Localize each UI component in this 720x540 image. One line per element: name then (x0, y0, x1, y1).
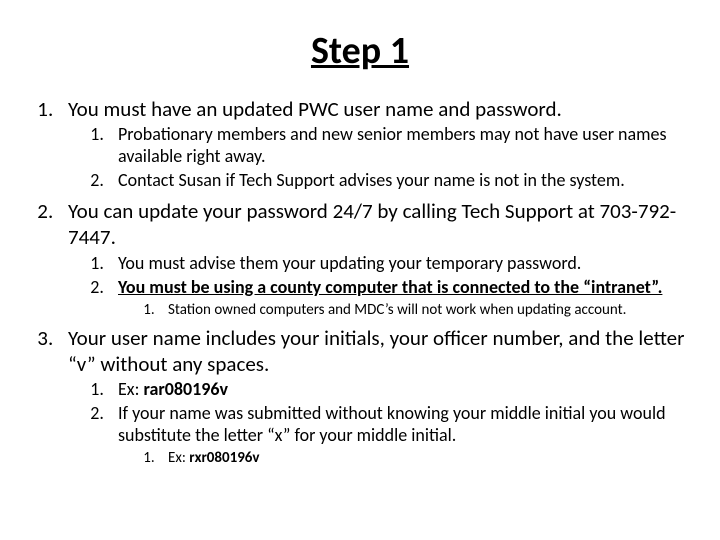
main-list: You must have an updated PWC user name a… (30, 96, 690, 467)
point-1: You must have an updated PWC user name a… (58, 96, 690, 192)
point-3-1-example: rar080196v (143, 378, 228, 400)
point-2-2-1: Station owned computers and MDC’s will n… (158, 301, 690, 319)
point-3-sublist: Ex: rar080196v If your name was submitte… (68, 379, 690, 467)
point-1-2: Contact Susan if Tech Support advises yo… (108, 170, 690, 192)
point-2-1: You must advise them your updating your … (108, 253, 690, 275)
slide: Step 1 You must have an updated PWC user… (0, 0, 720, 540)
point-2-2: You must be using a county computer that… (108, 277, 690, 319)
point-3-2-text: If your name was submitted without knowi… (118, 402, 666, 446)
point-2-sublist: You must advise them your updating your … (68, 253, 690, 319)
point-1-1: Probationary members and new senior memb… (108, 124, 690, 168)
point-2: You can update your password 24/7 by cal… (58, 198, 690, 318)
point-3-2-1-example: rxr080196v (189, 449, 259, 467)
point-3: Your user name includes your initials, y… (58, 325, 690, 467)
point-2-text: You can update your password 24/7 by cal… (68, 198, 676, 250)
point-1-sublist: Probationary members and new senior memb… (68, 124, 690, 192)
point-3-1: Ex: rar080196v (108, 379, 690, 401)
point-3-2: If your name was submitted without knowi… (108, 403, 690, 467)
point-3-1-prefix: Ex: (118, 378, 143, 400)
page-title: Step 1 (30, 28, 690, 74)
point-3-text: Your user name includes your initials, y… (68, 325, 684, 377)
point-3-2-sublist: Ex: rxr080196v (118, 449, 690, 467)
point-2-2-sublist: Station owned computers and MDC’s will n… (118, 301, 690, 319)
point-2-2-text: You must be using a county computer that… (118, 276, 662, 298)
point-1-text: You must have an updated PWC user name a… (68, 96, 562, 122)
point-3-2-1: Ex: rxr080196v (158, 449, 690, 467)
point-3-2-1-prefix: Ex: (168, 449, 189, 467)
